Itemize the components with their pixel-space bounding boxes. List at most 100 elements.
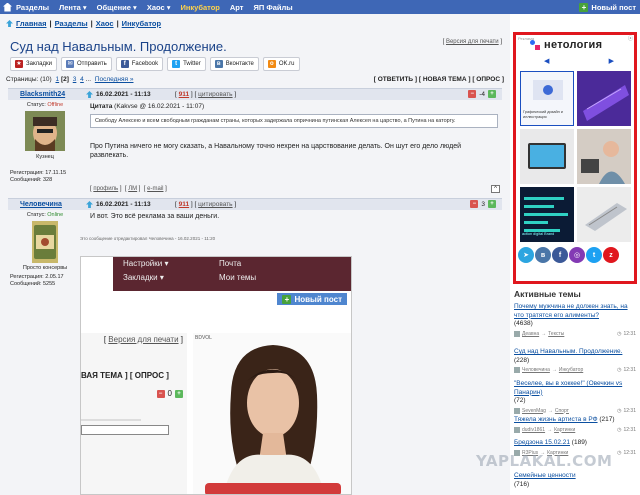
- ad-close-icon[interactable]: ⓧ: [628, 35, 633, 42]
- arrow-left-icon[interactable]: ◀: [544, 57, 549, 65]
- instagram-icon[interactable]: ◎: [569, 247, 585, 263]
- nav-item-sections[interactable]: Разделы: [16, 3, 49, 12]
- post-rating: − -4 +: [468, 90, 496, 98]
- home-icon[interactable]: [3, 2, 12, 12]
- embedded-line: [81, 419, 141, 421]
- ad-tile-design[interactable]: Графический дизайн и иллюстрация: [520, 71, 574, 126]
- breadcrumb-sections[interactable]: Разделы: [55, 19, 88, 28]
- link-arrow-icon[interactable]: [86, 91, 93, 98]
- breadcrumb-home[interactable]: Главная: [16, 19, 47, 28]
- avatar: [32, 221, 58, 263]
- profile-link[interactable]: профиль: [93, 186, 118, 192]
- vk-share-button[interactable]: в Вконтакте: [209, 57, 259, 71]
- post-author-link[interactable]: Человечина: [20, 201, 62, 208]
- new-post-label: Новый пост: [591, 2, 636, 12]
- post-body: Цитата (Kakvse @ 16.02.2021 - 11:07) Сво…: [90, 102, 498, 161]
- vk-icon[interactable]: в: [535, 247, 551, 263]
- woman-portrait-image: [193, 333, 351, 494]
- vote-down-icon[interactable]: −: [470, 200, 479, 208]
- facebook-share-button[interactable]: f Facebook: [115, 57, 164, 71]
- ad-tile-code-text: action digital Brand: [522, 231, 555, 236]
- quote-header: Цитата (Kakvse @ 16.02.2021 - 11:07): [90, 103, 205, 110]
- new-post-button[interactable]: + Новый пост: [579, 2, 636, 12]
- nav-item-incubator[interactable]: Инкубатор: [181, 3, 220, 12]
- nav-item-files[interactable]: ЯП Файлы: [253, 3, 292, 12]
- ad-tile-tablet[interactable]: [520, 129, 574, 184]
- print-version-link[interactable]: [ Версия для печати ]: [443, 39, 502, 45]
- link-arrow-icon[interactable]: [86, 201, 93, 208]
- post-date: 16.02.2021 - 11:13: [86, 91, 151, 98]
- scroll-top-icon[interactable]: ^: [491, 185, 500, 193]
- vote-down-icon[interactable]: −: [468, 90, 477, 98]
- ad-tile-keyboard[interactable]: [577, 71, 631, 126]
- bookmark-icon: ★: [15, 60, 23, 68]
- main-content: Главная | Разделы | Хаос | Инкубатор Суд на…: [0, 14, 510, 495]
- active-topics-heading: Активные темы: [514, 289, 581, 299]
- breadcrumb-arrow-icon: [6, 20, 13, 27]
- ok-icon: о: [267, 60, 276, 68]
- vote-up-icon[interactable]: +: [488, 90, 496, 98]
- telegram-icon[interactable]: ➤: [518, 247, 534, 263]
- nav-item-chaos[interactable]: Хаос ▾: [147, 3, 171, 12]
- arrow-right-icon[interactable]: ▶: [609, 57, 614, 65]
- active-topic[interactable]: Суд над Навальным. Продолжение. (228) Че…: [514, 348, 636, 375]
- nav-item-art[interactable]: Арт: [230, 3, 244, 12]
- ad-logo: нетология: [530, 39, 602, 51]
- post-header: Человечина 16.02.2021 - 11:13 [ 911 ] [ …: [8, 198, 502, 210]
- message-count: Сообщений: 5255: [10, 281, 56, 287]
- embedded-menu: Настройки ▾ Почта Закладки ▾ Мои темы: [113, 257, 351, 291]
- vote-up-icon[interactable]: +: [488, 200, 496, 208]
- share-bar: ★ Закладки ✉ Отправить f Facebook t Twitter …: [10, 57, 300, 71]
- quote-box: Свободу Алексею и всем свободным граждан…: [90, 113, 498, 128]
- twitter-share-button[interactable]: t Twitter: [167, 57, 206, 71]
- ad-banner[interactable]: Реклама ⓧ нетология ◀ ▶ Графический диза…: [513, 32, 637, 284]
- embedded-print-link: [ Версия для печати ]: [103, 335, 183, 344]
- ad-tile-code[interactable]: action digital Brand: [520, 187, 574, 242]
- post-score: 3: [481, 200, 485, 208]
- twitter-icon: t: [172, 60, 181, 68]
- page-current: [2]: [60, 76, 69, 83]
- facebook-icon[interactable]: f: [552, 247, 568, 263]
- bookmark-button[interactable]: ★ Закладки: [10, 57, 57, 71]
- post-author-panel: Статус: Online Просто консервы Регистрац…: [10, 212, 80, 288]
- registration-date: Регистрация: 17.11.15: [10, 170, 67, 176]
- breadcrumb-sep: |: [116, 19, 119, 28]
- embedded-actions: ВАЯ ТЕМА ] [ ОПРОС ]: [81, 371, 169, 380]
- post-score: -4: [479, 90, 485, 98]
- woman-tile-image: [577, 129, 631, 184]
- active-topic[interactable]: Тяжела жизнь артиста в РФ (217) dudiv186…: [514, 416, 636, 434]
- topic-actions[interactable]: [ ОТВЕТИТЬ ] [ НОВАЯ ТЕМА ] [ ОПРОС ]: [374, 76, 504, 83]
- post-number[interactable]: [ 911 ] [ цитировать ]: [175, 201, 236, 208]
- post-author-link[interactable]: Blacksmith24: [20, 91, 65, 98]
- active-topic[interactable]: Семейные ценности (716): [514, 472, 636, 489]
- page-link-3[interactable]: 3: [73, 76, 77, 83]
- send-button[interactable]: ✉ Отправить: [60, 57, 112, 71]
- plus-icon: +: [282, 294, 292, 304]
- ok-share-button[interactable]: о OK.ru: [262, 57, 300, 71]
- post-number[interactable]: [ 911 ] [ цитировать ]: [175, 91, 236, 98]
- page-link-4[interactable]: 4: [80, 76, 84, 83]
- page-link-1[interactable]: 1: [56, 76, 60, 83]
- active-topic[interactable]: "Веселее, вы в хоккее!" (Овечкин vs Пана…: [514, 380, 636, 415]
- nav-item-communication[interactable]: Общение ▾: [97, 3, 137, 12]
- breadcrumb-incubator[interactable]: Инкубатор: [122, 19, 161, 28]
- page-link-last[interactable]: Последняя »: [95, 76, 134, 83]
- active-topic[interactable]: Почему мужчина не должен знать, на что т…: [514, 303, 636, 338]
- nav-item-feed[interactable]: Лента ▾: [59, 3, 87, 12]
- post-footer-links: [ профиль ] [ ЛМ ] [ e-mail ]: [90, 186, 167, 192]
- twitter-icon[interactable]: t: [586, 247, 602, 263]
- registration-date: Регистрация: 2.05.17: [10, 274, 64, 280]
- ad-tile-laptop[interactable]: [577, 187, 631, 242]
- breadcrumb-sep: |: [90, 19, 93, 28]
- ad-tile-woman[interactable]: [577, 129, 631, 184]
- zen-icon[interactable]: z: [603, 247, 619, 263]
- email-link[interactable]: e-mail: [147, 186, 163, 192]
- pages-ellipsis: ...: [85, 76, 92, 83]
- canned-food-avatar-image: [32, 221, 58, 263]
- pm-link[interactable]: ЛМ: [128, 186, 137, 192]
- breadcrumb-chaos[interactable]: Хаос: [96, 19, 114, 28]
- vote-up-icon: +: [175, 389, 183, 398]
- plus-icon: +: [579, 2, 589, 12]
- clock-icon: ◷: [617, 449, 622, 456]
- ad-tiles: Графический дизайн и иллюстрация action …: [520, 71, 631, 242]
